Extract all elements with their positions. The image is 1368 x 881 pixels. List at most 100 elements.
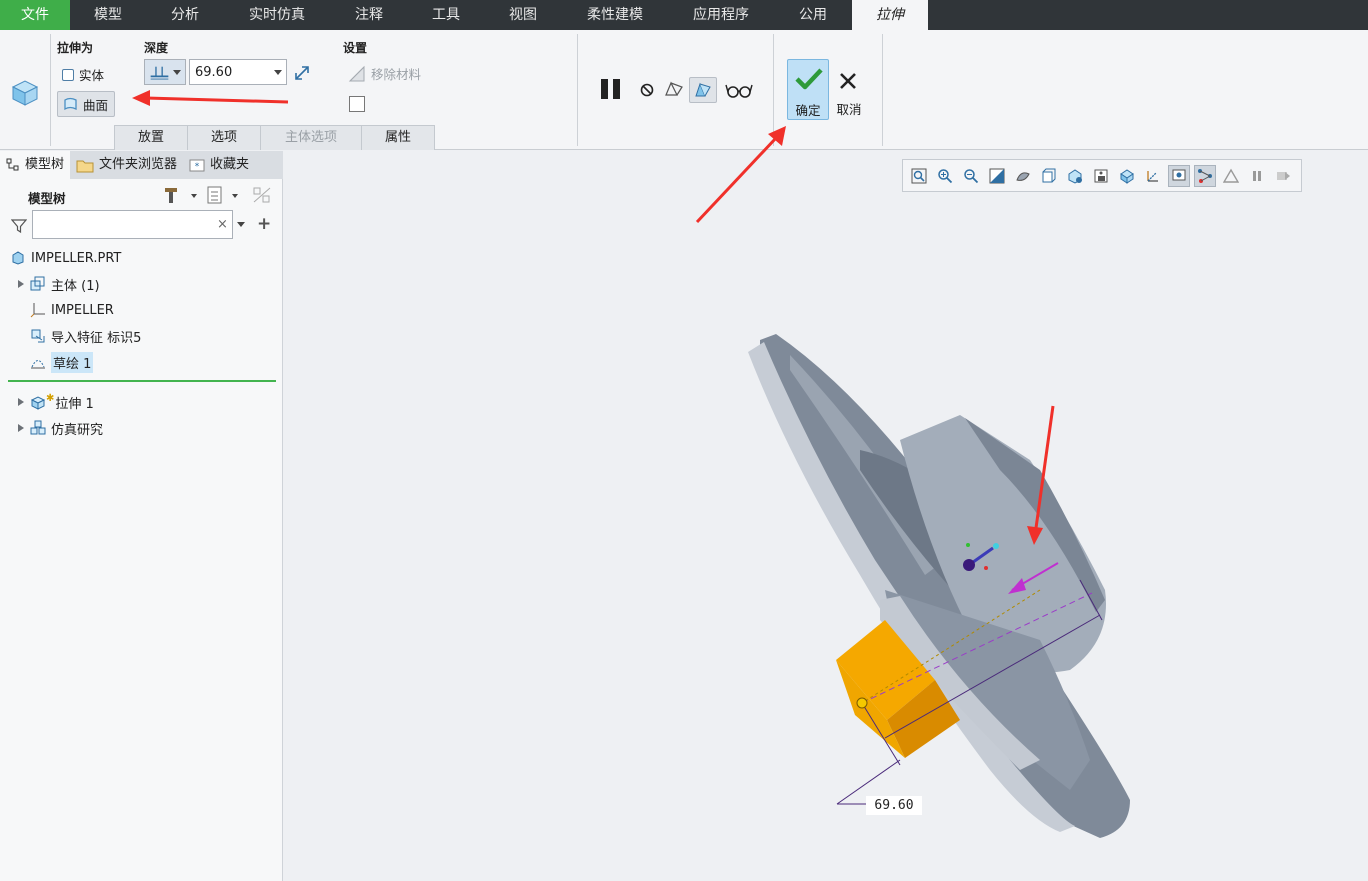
sketch-icon [30, 354, 46, 370]
graphics-viewport[interactable] [284, 151, 1368, 881]
tree-item-label: 草绘 1 [51, 351, 94, 373]
tree-item-label: 主体 (1) [51, 278, 100, 294]
perspective-icon[interactable] [1090, 165, 1112, 187]
tree-item-csys[interactable]: IMPELLER [0, 298, 114, 322]
pause-icon[interactable] [598, 78, 624, 100]
tab-extrude[interactable]: 拉伸 [852, 0, 928, 30]
tab-view[interactable]: 视图 [484, 0, 562, 30]
tree-item-label: IMPELLER [51, 302, 114, 318]
tree-item-bodies[interactable]: 主体 (1) [0, 272, 100, 296]
folder-icon [76, 160, 94, 173]
panel-tabs: 模型树 文件夹浏览器 * 收藏夹 [0, 151, 283, 179]
tree-item-simulation-study[interactable]: 仿真研究 [0, 416, 103, 440]
surface-label: 曲面 [83, 97, 109, 113]
tab-body-options[interactable]: 主体选项 [260, 125, 362, 150]
separator [773, 34, 774, 146]
clear-icon[interactable]: × [217, 217, 228, 232]
expand-icon[interactable] [18, 280, 24, 288]
cancel-label: 取消 [836, 102, 862, 117]
verify-mode-icon[interactable] [689, 77, 717, 103]
tree-item-extrude-1[interactable]: ✱ 拉伸 1 [0, 390, 94, 414]
chevron-down-icon[interactable] [274, 69, 282, 75]
simulation-icon [30, 420, 46, 436]
separator [882, 34, 883, 146]
depth-dimension-label[interactable]: 69.60 [866, 796, 922, 815]
tab-model-tree[interactable]: 模型树 [0, 151, 71, 179]
tab-model-tree-label: 模型树 [25, 157, 65, 172]
tab-options[interactable]: 选项 [187, 125, 261, 150]
tab-model[interactable]: 模型 [70, 0, 146, 30]
tab-annotate[interactable]: 注释 [330, 0, 408, 30]
new-feature-icon: ✱ [46, 392, 55, 404]
blind-depth-icon [150, 66, 169, 80]
triangle-icon[interactable] [1220, 165, 1242, 187]
section-icon[interactable] [1116, 165, 1138, 187]
tab-tools[interactable]: 工具 [408, 0, 484, 30]
cancel-button[interactable]: 取消 [832, 59, 866, 120]
tab-file[interactable]: 文件 [0, 0, 70, 30]
tree-search-input[interactable]: × [32, 210, 233, 239]
zoom-in-icon[interactable] [934, 165, 956, 187]
settings-label: 设置 [343, 41, 368, 55]
show-hide-icon[interactable] [251, 185, 273, 205]
tree-title: 模型树 [28, 191, 66, 206]
annotation-display-icon[interactable] [1168, 164, 1190, 187]
tab-applications[interactable]: 应用程序 [668, 0, 774, 30]
view-toolbar [902, 159, 1302, 192]
datum-display-icon[interactable] [1142, 165, 1164, 187]
ok-button[interactable]: 确定 [787, 59, 829, 120]
thicken-sketch-checkbox[interactable] [349, 96, 365, 112]
tree-item-import-feature[interactable]: 导入特征 标识5 [0, 324, 141, 348]
bodies-icon [30, 276, 46, 292]
depth-value-input[interactable]: 69.60 [189, 59, 287, 85]
model-tree-panel: 模型树 文件夹浏览器 * 收藏夹 模型树 × + IMPELLER.PRT 主体… [0, 151, 283, 881]
tab-flexible-modeling[interactable]: 柔性建模 [562, 0, 668, 30]
tab-properties[interactable]: 属性 [361, 125, 435, 150]
separator [50, 34, 51, 146]
refit-icon[interactable] [908, 165, 930, 187]
model-tree-icon [6, 158, 19, 171]
saved-orientations-icon[interactable] [1038, 165, 1060, 187]
zoom-out-icon[interactable] [960, 165, 982, 187]
preview-wireframe-icon[interactable] [662, 77, 686, 101]
flip-direction-icon[interactable] [292, 63, 312, 83]
tab-favorites[interactable]: * 收藏夹 [183, 151, 255, 179]
tab-placement[interactable]: 放置 [114, 125, 188, 150]
filter-icon[interactable] [10, 217, 28, 235]
solid-button[interactable]: 实体 [62, 65, 104, 84]
view-manager-icon[interactable] [1064, 165, 1086, 187]
surface-icon [64, 97, 77, 111]
depth-label: 深度 [144, 41, 169, 55]
import-feature-icon [30, 328, 46, 344]
display-style-icon[interactable] [1012, 165, 1034, 187]
no-preview-icon[interactable] [637, 80, 657, 100]
tree-item-label: 仿真研究 [51, 422, 104, 438]
surface-button[interactable]: 曲面 [57, 91, 115, 117]
remove-material-icon [348, 65, 365, 81]
remove-material-button[interactable]: 移除材料 [348, 64, 421, 83]
tree-item-sketch-1[interactable]: 草绘 1 [0, 350, 94, 374]
chevron-down-icon[interactable] [237, 222, 245, 227]
depth-type-dropdown[interactable] [144, 59, 186, 85]
insert-indicator[interactable] [8, 380, 276, 382]
tree-item-impeller-prt[interactable]: IMPELLER.PRT [0, 246, 121, 270]
tab-folder-browser[interactable]: 文件夹浏览器 [70, 151, 183, 179]
tree-tools-dropdown[interactable] [162, 185, 200, 205]
repaint-icon[interactable] [986, 165, 1008, 187]
tab-live-simulation[interactable]: 实时仿真 [224, 0, 330, 30]
glasses-icon[interactable] [724, 79, 754, 101]
pause-animation-icon[interactable] [1246, 165, 1268, 187]
remove-material-label: 移除材料 [371, 67, 422, 82]
spin-center-icon[interactable] [1194, 164, 1216, 187]
tree-settings-dropdown[interactable] [206, 185, 242, 205]
tab-analysis[interactable]: 分析 [146, 0, 224, 30]
coordinate-system-icon [30, 302, 46, 318]
expand-icon[interactable] [18, 424, 24, 432]
depth-value: 69.60 [195, 64, 233, 80]
tab-folder-browser-label: 文件夹浏览器 [99, 157, 178, 172]
svg-text:*: * [195, 162, 200, 172]
expand-icon[interactable] [18, 398, 24, 406]
add-icon[interactable]: + [257, 214, 271, 234]
next-icon[interactable] [1272, 165, 1294, 187]
tab-public[interactable]: 公用 [774, 0, 852, 30]
